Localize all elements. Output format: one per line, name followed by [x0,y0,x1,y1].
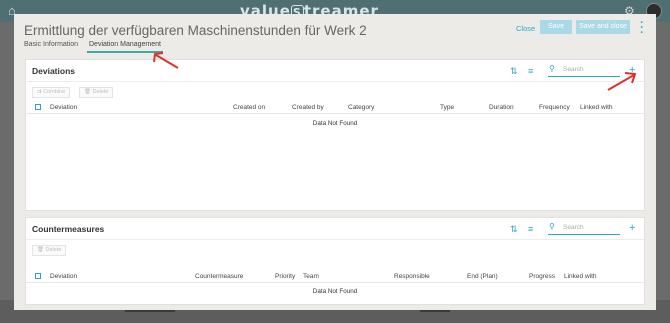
save-and-close-button[interactable]: Save and close [576,20,630,34]
col-type[interactable]: Type [440,104,454,111]
delete-button[interactable]: 🗑 Delete [79,87,114,98]
filter-icon[interactable]: ≡ [528,224,533,234]
filter-icon[interactable]: ≡ [528,66,533,76]
deviations-title: Deviations [32,66,75,76]
col-priority[interactable]: Priority [275,273,295,280]
col-frequency[interactable]: Frequency [539,104,570,111]
countermeasures-empty-message: Data Not Found [312,288,358,295]
sort-icon[interactable]: ⇅ [510,66,518,77]
deviations-empty-message: Data Not Found [312,120,358,127]
col-progress[interactable]: Progress [529,273,555,280]
col-linked-with[interactable]: Linked with [564,273,597,280]
sort-icon[interactable]: ⇅ [510,224,518,235]
countermeasures-title: Countermeasures [32,224,105,234]
trash-icon: 🗑 [84,89,91,95]
col-countermeasure[interactable]: Countermeasure [195,273,243,280]
col-end-plan[interactable]: End (Plan) [467,273,498,280]
col-created-by[interactable]: Created by [292,104,324,111]
countermeasures-search-input[interactable] [563,222,618,233]
col-created-on[interactable]: Created on [233,104,265,111]
plus-icon[interactable]: + [629,222,635,234]
trash-icon: 🗑 [37,247,44,253]
delete-button[interactable]: 🗑 Delete [32,245,67,256]
search-icon: ⚲ [549,64,555,73]
col-deviation[interactable]: Deviation [50,273,77,280]
col-responsible[interactable]: Responsible [394,273,430,280]
annotation-arrow-tab [153,52,179,69]
deviations-table-header: Deviation Created on Created by Category… [26,101,644,114]
deviations-header: Deviations ⇅ ≡ ⚲ + [26,60,644,82]
countermeasures-header: Countermeasures ⇅ ≡ ⚲ + [26,218,644,240]
modal-title: Ermittlung der verfügbaren Maschinenstun… [24,23,367,38]
col-category[interactable]: Category [348,104,374,111]
select-all-checkbox[interactable] [35,104,41,110]
search-icon: ⚲ [549,222,555,231]
countermeasures-table-header: Deviation Countermeasure Priority Team R… [26,270,644,283]
kebab-menu-icon[interactable]: · · · [639,18,645,39]
tab-basic-information[interactable]: Basic Information [24,41,78,51]
annotation-arrow-plus [607,72,637,91]
select-all-checkbox[interactable] [35,273,41,279]
close-button[interactable]: Close [514,23,537,34]
deviation-modal: Ermittlung der verfügbaren Maschinenstun… [14,14,656,310]
countermeasures-panel: Countermeasures ⇅ ≡ ⚲ + 🗑 Delete Deviati… [25,217,645,305]
combine-button[interactable]: ⇉ Combine [32,87,71,98]
deviations-panel: Deviations ⇅ ≡ ⚲ + ⇉ Combine 🗑 Delete De… [25,59,645,211]
col-duration[interactable]: Duration [489,104,514,111]
save-button[interactable]: Save [540,20,572,34]
col-deviation[interactable]: Deviation [50,104,77,111]
countermeasures-search: ⚲ [548,221,620,235]
col-linked-with[interactable]: Linked with [580,104,613,111]
combine-icon: ⇉ [37,89,42,95]
col-team[interactable]: Team [303,273,319,280]
